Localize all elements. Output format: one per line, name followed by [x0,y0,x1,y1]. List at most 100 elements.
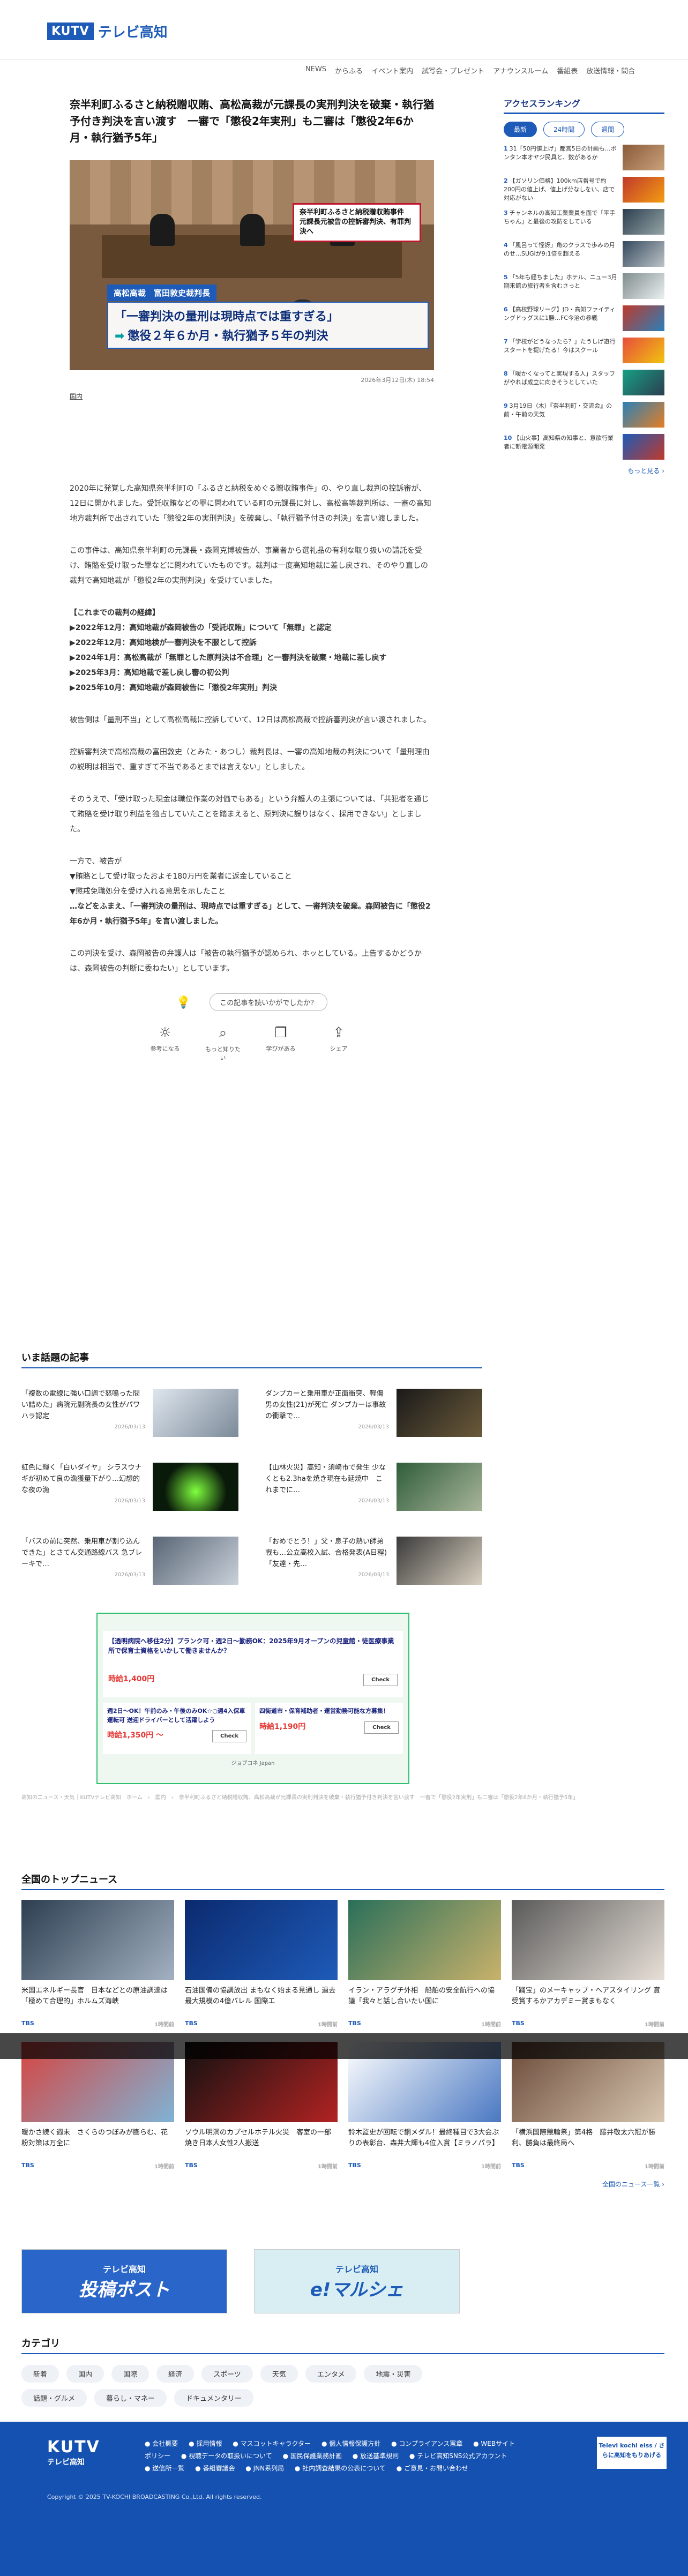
feedback-box: 💡 この記事を読いかがでしたか？ ☼ 参考になる ⌕ もっと知りたい ❐ 学びがある … [70,993,434,1062]
national-news-item[interactable]: 「横浜国際競輪祭」第4格 藤井敬太六冠が勝利、勝負は最終局へ TBS 1時間前 [512,2042,664,2170]
ad-top-text: 【透明病院へ移住2分】プランク可・週2日〜勤務OK：2025年9月オープンの児童… [108,1637,394,1654]
now-topic-item[interactable]: 紅色に輝く「白いダイヤ」 シラスウナギが初めて良の漁獲量下がり…幻想的な夜の漁 2… [21,1463,238,1514]
footer-link[interactable]: ● 個人情報保護方針 [321,2440,385,2447]
category-chip[interactable]: 話題・グルメ [21,2389,87,2407]
national-news-item[interactable]: 暖かさ続く週末 さくらのつぼみが膨らむ、花粉対策は万全に TBS 1時間前 [21,2042,174,2170]
national-news-thumbnail [21,1900,174,1980]
tab-weekly[interactable]: 週間 [591,122,625,137]
national-news-source: TBS 1時間前 [348,2162,501,2170]
ad-card[interactable]: 週2日〜OK！午前のみ・午後のみOK☆○週4入保車運転可 送迎ドライバーとして活… [103,1703,251,1754]
national-news-item[interactable]: イラン・アラグチ外相 船舶の安全航行への協議「我々と話し合いたい国に TBS 1時間… [348,1900,501,2028]
ranking-item[interactable]: 4 「風呂って怪訝」角のクラスで歩みの月のせ…SUGIが9:1倍を超える [504,241,664,269]
tab-24h[interactable]: 24時間 [543,122,585,137]
banner-big-text: e!マルシェ [310,2279,404,2301]
nav-item-events[interactable]: イベント案内 [371,65,413,76]
closing-line: 一方で、被告が [70,857,122,866]
ad-check-button[interactable]: Check [364,1721,399,1734]
advertisement[interactable]: 【透明病院へ移住2分】プランク可・週2日〜勤務OK：2025年9月オープンの児童… [96,1613,409,1784]
category-chip[interactable]: エンタメ [305,2365,357,2383]
national-news-more-link[interactable]: 全国のニュース一覧 › [21,2180,664,2189]
arrow-right-icon: ➡ [115,330,125,343]
now-topic-item[interactable]: 「バスの前に突然、乗用車が割り込んできた」とさてん交通路線バス 急ブレーキで… 2… [21,1537,238,1588]
category-chip[interactable]: スポーツ [201,2365,253,2383]
category-chip[interactable]: 国内 [66,2365,104,2383]
nav-item-colorful[interactable]: からふる [335,65,363,76]
footer-link[interactable]: ● 番組審議会 [195,2465,239,2472]
national-news-item[interactable]: 米国エネルギー長官 日本などとの原油調達は「極めて合理的」ホルムズ海峡 TBS 1時… [21,1900,174,2028]
article-paragraph: この事件は、高知県奈半利町の元課長・森岡克博被告が、事業者から選礼品の有利な取り… [70,546,428,585]
ranking-item[interactable]: 1 31「50円値上げ」都営5日の計画も…ボンタン本オヤジ民具と、数があるか [504,145,664,173]
national-news-title: 全国のトップニュース [21,1872,664,1890]
ad-card[interactable]: 四街道市・保育補助者・運営勤務可能な方募集！ 時給1,190円 Check [255,1703,403,1754]
ranking-item[interactable]: 10 【山火事】高知県の知事と、意欲行業者に新電源開発 [504,434,664,462]
now-topics-grid: 「複数の電線に強い口調で怒鳴った問い詰めた」病院元副院長の女性がパワハラ認定 20… [21,1389,482,1588]
now-topic-item[interactable]: 【山林火災】高知・須崎市で発生 少なくとも2.3haを焼き現在も延焼中 これまで… [265,1463,482,1514]
ranking-item[interactable]: 2 【ガソリン価格】100km店番号で約200円の値上げ、値上げ分なしをい、店で対… [504,177,664,205]
tab-latest[interactable]: 最新 [504,122,537,137]
national-news-item[interactable]: 「踊宝」のメーキャップ・ヘアスタイリング 賞受賞するかアカデミー賞まもなく TBS… [512,1900,664,2028]
feedback-helpful-button[interactable]: ☼ 参考になる [146,1025,184,1062]
footer-link[interactable]: ● 社内調査結果の公表について [295,2465,390,2472]
toko-post-banner[interactable]: テレビ高知 投稿ポスト [21,2249,227,2313]
footer-link[interactable]: ● JNN系列局 [245,2465,288,2472]
ranking-item[interactable]: 9 3月19日（木）『奈半利町・交流会』の前・午前の天気 [504,402,664,430]
banner-small-text: テレビ高知 [335,2264,378,2274]
national-news-item[interactable]: ソウル明洞のカプセルホテル火災 客室の一部焼き日本人女性2人搬送 TBS 1時間前 [185,2042,338,2170]
category-chip[interactable]: 地震・災害 [364,2365,423,2383]
feedback-learn-button[interactable]: ❐ 学びがある [262,1025,300,1062]
ranking-item[interactable]: 6 【高校野球リーグ】JD・高知ファイティングドッグスに1勝…FC今治の参戦 [504,305,664,333]
nav-item-contact[interactable]: 放送情報・問合 [586,65,635,76]
copyright: Copyright © 2025 TV-KOCHI BROADCASTING C… [47,2493,262,2500]
hero-speaker-label: 高松高裁 富田敦史裁判長 [107,284,217,301]
category-chip[interactable]: ドキュメンタリー [174,2389,254,2407]
ranking-item[interactable]: 5 「5年も経ちました」ホテル、ニュー3月期来館の旅行者を含むさっと [504,273,664,301]
footer-logo[interactable]: KUTV テレビ高知 [47,2438,100,2467]
national-news-title-text: 米国エネルギー長官 日本などとの原油調達は「極めて合理的」ホルムズ海峡 [21,1987,168,2006]
now-topic-item[interactable]: ダンプカーと乗用車が正面衝突、軽傷男の女性(21)が死亡 ダンプカーは事故の衝撃… [265,1389,482,1440]
ranking-item[interactable]: 8 「暖かくなってと実現する人」スタッフがやれば成立に向きそうとしていた [504,370,664,398]
now-topic-item[interactable]: 「おめでとう！」父・息子の熱い師弟戦も…公立高校入試、合格発表(A日程)「友達・… [265,1537,482,1588]
category-chip[interactable]: 経済 [156,2365,195,2383]
nav-item-present[interactable]: 試写会・プレゼント [422,65,484,76]
category-chip[interactable]: 天気 [260,2365,298,2383]
footer-link[interactable]: ● 放送基準規則 [353,2452,403,2460]
ad-check-button[interactable]: Check [363,1674,398,1686]
ranking-item[interactable]: 7 「学校がどうなったら？」たうしげ遊行スタートを提げたる！今はスクール [504,338,664,365]
article-category-link[interactable]: 国内 [70,392,434,401]
nav-item-program[interactable]: 番組表 [557,65,578,76]
national-news-title-text: イラン・アラグチ外相 船舶の安全航行への協議「我々と話し合いたい国に [348,1987,495,2006]
nav-item-news[interactable]: NEWS [305,65,326,76]
ranking-item[interactable]: 3 チャンネルの高知工業業員を面で「平手ちゃん」と最後の攻防をしている [504,209,664,237]
national-news-item[interactable]: 石油国備の協調放出 まもなく始まる見通し 過去最大規模の4億バレル 国際エ TBS… [185,1900,338,2028]
footer-link[interactable]: ● 視聴データの取扱いについて [181,2452,276,2460]
ad-top-card[interactable]: 【透明病院へ移住2分】プランク可・週2日〜勤務OK：2025年9月オープンの児童… [103,1631,403,1697]
footer-link[interactable]: ● 会社概要 [145,2440,182,2447]
nav-item-announcer[interactable]: アナウンスルーム [493,65,548,76]
now-topic-date: 2026/03/13 [358,1424,389,1431]
e-marche-banner[interactable]: テレビ高知 e!マルシェ [254,2249,460,2313]
footer-link[interactable]: ● テレビ高知SNS公式アカウント [409,2452,512,2460]
category-chip[interactable]: 新着 [21,2365,59,2383]
share-button[interactable]: ⇪ シェア [320,1025,357,1062]
ad-check-button[interactable]: Check [212,1730,246,1742]
footer-link[interactable]: ● 国民保護業務計画 [283,2452,346,2460]
site-logo[interactable]: KUTV テレビ高知 [47,21,168,41]
breadcrumb: 高知のニュース・天気｜KUTVテレビ高知 ホーム › 国内 › 奈半利町ふるさと… [21,1795,579,1801]
footer-link[interactable]: ● 採用情報 [189,2440,226,2447]
national-news-item[interactable]: 鈴木監史が回転で銅メダル！最終種目で3大会ぶりの表彰台、森井大輝も4位入賞【ミラ… [348,2042,501,2170]
footer-link[interactable]: ● ご意見・お問い合わせ [397,2465,473,2472]
ranking-more-link[interactable]: もっと見る › [504,466,664,475]
category-chip[interactable]: 暮らし・マネー [94,2389,167,2407]
rank-thumbnail [623,434,664,460]
footer-link[interactable]: ● マスコットキャラクター [233,2440,315,2447]
feedback-more-button[interactable]: ⌕ もっと知りたい [204,1025,242,1062]
footer-link[interactable]: ● 送信所一覧 [145,2465,189,2472]
category-chip[interactable]: 国際 [111,2365,149,2383]
partner-banner[interactable]: Televi kochi eiss / さらに高知をもりあげる [597,2437,667,2469]
now-topic-item[interactable]: 「複数の電線に強い口調で怒鳴った問い詰めた」病院元副院長の女性がパワハラ認定 20… [21,1389,238,1440]
rank-thumbnail [623,177,664,203]
national-news-thumbnail [185,1900,338,1980]
now-topic-thumbnail [153,1463,238,1511]
footer-link[interactable]: ● コンプライアンス憲章 [391,2440,467,2447]
now-topics-title: いま話題の記事 [21,1350,482,1368]
